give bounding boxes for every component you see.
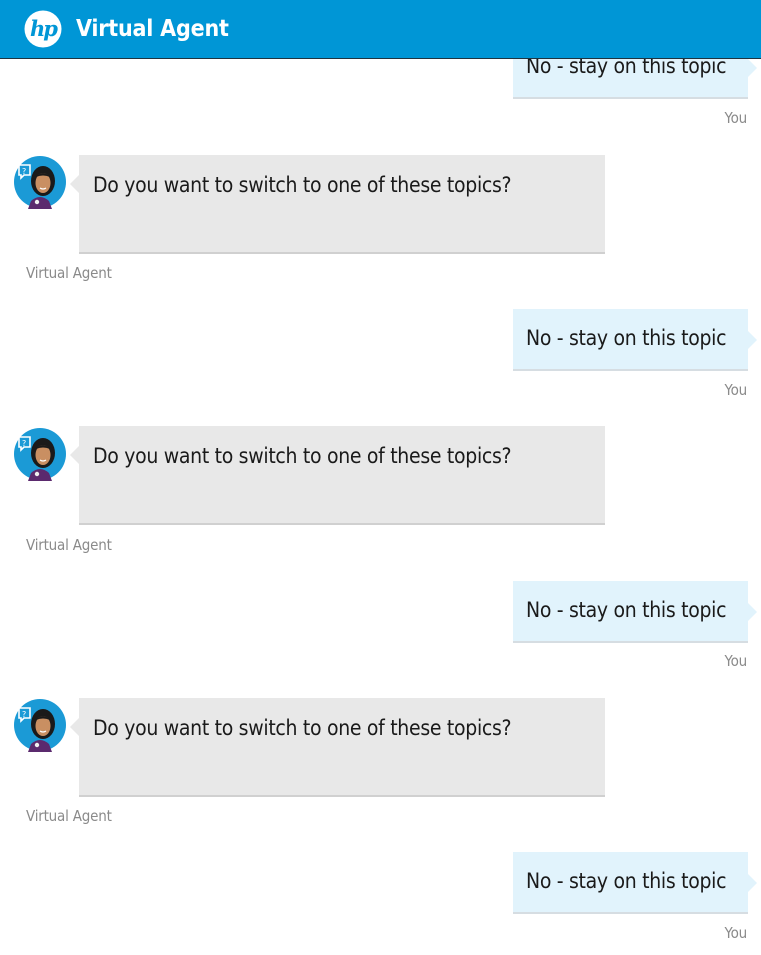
svg-text:hp: hp <box>30 16 58 41</box>
user-sender-label: You <box>724 924 748 942</box>
svg-text:?: ? <box>22 167 26 176</box>
header-title: Virtual Agent <box>76 16 229 42</box>
agent-sender-label: Virtual Agent <box>26 536 112 554</box>
user-message-bubble: No - stay on this topic <box>513 852 757 914</box>
virtual-agent-avatar-icon: ? <box>14 156 66 209</box>
svg-text:?: ? <box>22 439 26 448</box>
agent-message-bubble: Do you want to switch to one of these to… <box>70 155 605 254</box>
user-message-bubble: No - stay on this topic <box>513 581 757 643</box>
agent-message-bubble: Do you want to switch to one of these to… <box>70 698 605 797</box>
user-message-bubble: No - stay on this topic <box>513 309 757 371</box>
user-sender-label: You <box>724 381 748 399</box>
chat-header: hp Virtual Agent <box>0 0 761 59</box>
agent-message-bubble: Do you want to switch to one of these to… <box>70 426 605 525</box>
agent-sender-label: Virtual Agent <box>26 264 112 282</box>
chat-transcript[interactable]: No - stay on this topic You ? Do you wan… <box>0 0 761 955</box>
virtual-agent-avatar-icon: ? <box>14 428 66 481</box>
svg-text:?: ? <box>22 710 26 719</box>
user-sender-label: You <box>724 652 748 670</box>
agent-sender-label: Virtual Agent <box>26 807 112 825</box>
user-sender-label: You <box>724 109 748 127</box>
hp-logo-icon: hp <box>24 10 62 48</box>
virtual-agent-avatar-icon: ? <box>14 699 66 752</box>
